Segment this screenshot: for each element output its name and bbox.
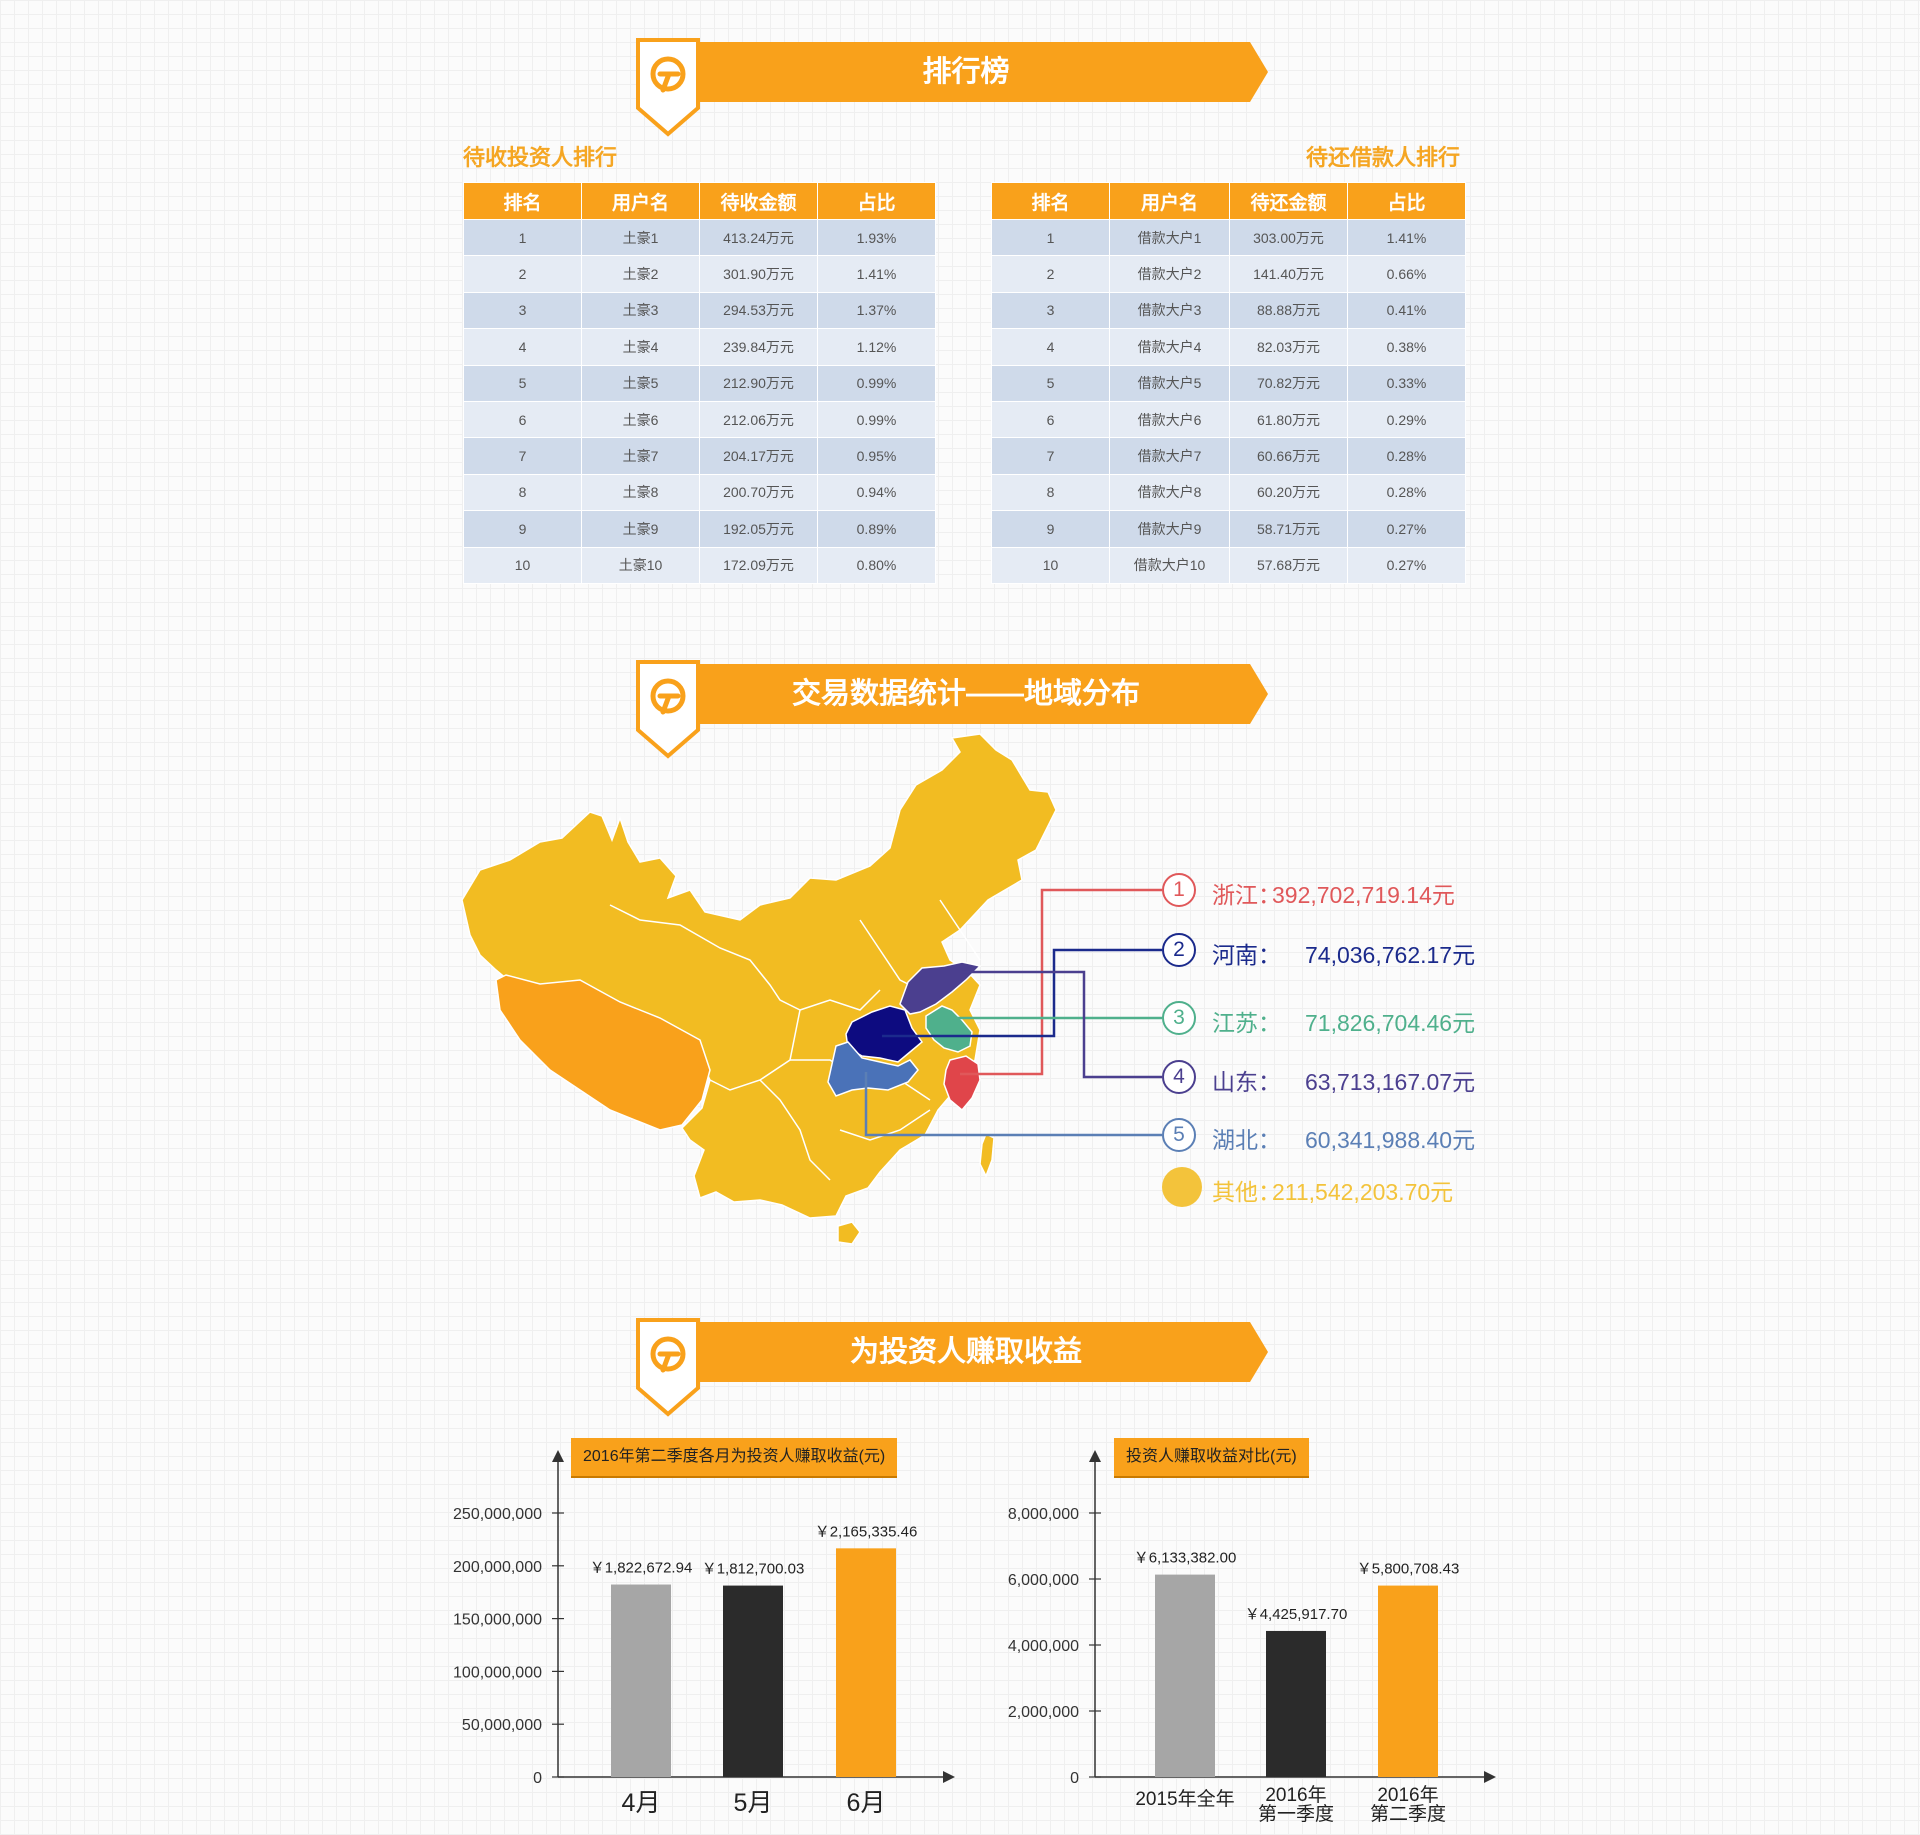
legend-dot-icon: [1162, 1167, 1202, 1207]
section-banner-earnings: 为投资人赚取收益: [636, 1318, 1268, 1422]
legend-label: 河南：: [1212, 942, 1281, 968]
chart2-title: 投资人赚取收益对比(元): [1114, 1438, 1309, 1478]
legend-rank-badge: 5: [1162, 1118, 1196, 1152]
legend-rank-badge: 4: [1162, 1060, 1196, 1094]
legend-value: 392,702,719.14元: [1272, 882, 1455, 908]
legend-rank-badge: 2: [1162, 933, 1196, 967]
legend-rank-badge: 3: [1162, 1001, 1196, 1035]
legend-label: 江苏：: [1212, 1010, 1281, 1036]
chart1-title: 2016年第二季度各月为投资人赚取收益(元): [571, 1438, 898, 1478]
legend-value: 71,826,704.46元: [1305, 1010, 1476, 1036]
legend-value: 60,341,988.40元: [1305, 1127, 1476, 1153]
map-island-hainan: [837, 1221, 861, 1245]
china-map: [461, 733, 1162, 1245]
legend-label: 湖北：: [1212, 1127, 1281, 1153]
region-connector-line: [962, 970, 1162, 1079]
section-title: 为投资人赚取收益: [849, 1336, 1082, 1368]
region-connector-line: [960, 888, 1162, 1076]
legend-rank-badge: 1: [1162, 873, 1196, 907]
legend-label: 浙江：: [1212, 882, 1281, 908]
logo-shield-icon: [636, 1318, 700, 1417]
map-province-zhejiang: [943, 1055, 981, 1112]
legend-label: 山东：: [1212, 1069, 1281, 1095]
legend-value: 211,542,203.70元: [1272, 1179, 1454, 1205]
legend-value: 74,036,762.17元: [1305, 942, 1476, 968]
legend-label: 其他：: [1212, 1179, 1281, 1205]
map-island-taiwan: [979, 1132, 995, 1178]
legend-value: 63,713,167.07元: [1305, 1069, 1476, 1095]
